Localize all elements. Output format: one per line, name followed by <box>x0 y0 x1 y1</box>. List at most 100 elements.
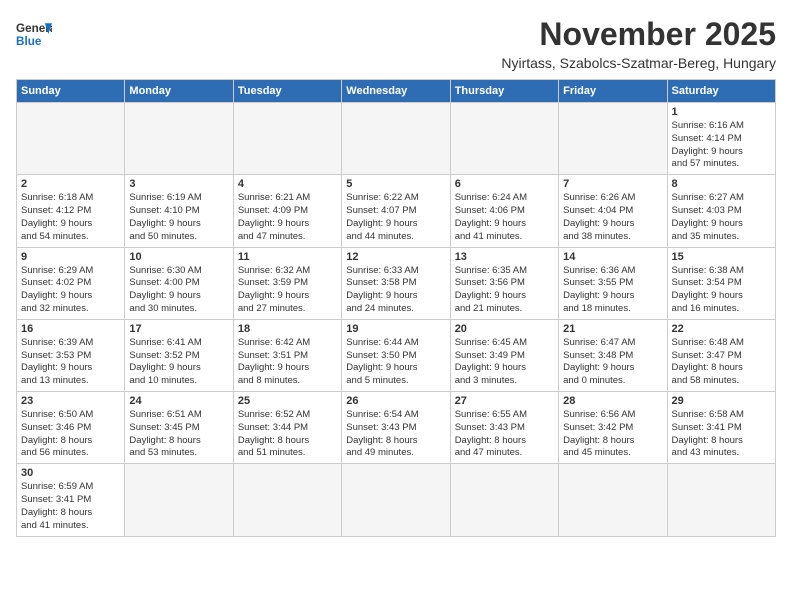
day-number: 15 <box>672 251 771 263</box>
day-info: Sunrise: 6:38 AM Sunset: 3:54 PM Dayligh… <box>672 265 771 316</box>
calendar-cell: 25 Sunrise: 6:52 AM Sunset: 3:44 PM Dayli… <box>233 392 341 464</box>
day-number: 9 <box>21 251 120 263</box>
day-info: Sunrise: 6:21 AM Sunset: 4:09 PM Dayligh… <box>238 192 337 243</box>
calendar-header: SundayMondayTuesdayWednesdayThursdayFrid… <box>17 80 776 103</box>
calendar-cell: 29 Sunrise: 6:58 AM Sunset: 3:41 PM Dayli… <box>667 392 775 464</box>
calendar-cell: 26 Sunrise: 6:54 AM Sunset: 3:43 PM Dayli… <box>342 392 450 464</box>
weekday-header-monday: Monday <box>125 80 233 103</box>
calendar-cell: 9 Sunrise: 6:29 AM Sunset: 4:02 PM Daylig… <box>17 247 125 319</box>
day-info: Sunrise: 6:35 AM Sunset: 3:56 PM Dayligh… <box>455 265 554 316</box>
day-info: Sunrise: 6:56 AM Sunset: 3:42 PM Dayligh… <box>563 409 662 460</box>
day-number: 17 <box>129 323 228 335</box>
calendar-cell: 15 Sunrise: 6:38 AM Sunset: 3:54 PM Dayli… <box>667 247 775 319</box>
location-title: Nyirtass, Szabolcs-Szatmar-Bereg, Hungar… <box>501 55 776 71</box>
day-info: Sunrise: 6:52 AM Sunset: 3:44 PM Dayligh… <box>238 409 337 460</box>
day-info: Sunrise: 6:39 AM Sunset: 3:53 PM Dayligh… <box>21 337 120 388</box>
day-number: 24 <box>129 395 228 407</box>
day-info: Sunrise: 6:54 AM Sunset: 3:43 PM Dayligh… <box>346 409 445 460</box>
calendar-cell <box>559 464 667 536</box>
calendar-cell: 6Sunrise: 6:24 AM Sunset: 4:06 PM Daylig… <box>450 175 558 247</box>
page-header: General Blue November 2025 Nyirtass, Sza… <box>16 16 776 71</box>
day-info: Sunrise: 6:47 AM Sunset: 3:48 PM Dayligh… <box>563 337 662 388</box>
day-number: 28 <box>563 395 662 407</box>
day-info: Sunrise: 6:50 AM Sunset: 3:46 PM Dayligh… <box>21 409 120 460</box>
calendar-cell <box>342 103 450 175</box>
day-number: 23 <box>21 395 120 407</box>
calendar-cell <box>125 103 233 175</box>
day-info: Sunrise: 6:16 AM Sunset: 4:14 PM Dayligh… <box>672 120 771 171</box>
calendar-week-4: 16Sunrise: 6:39 AM Sunset: 3:53 PM Dayli… <box>17 319 776 391</box>
calendar-week-6: 30Sunrise: 6:59 AM Sunset: 3:41 PM Dayli… <box>17 464 776 536</box>
calendar-cell <box>559 103 667 175</box>
calendar-week-2: 2Sunrise: 6:18 AM Sunset: 4:12 PM Daylig… <box>17 175 776 247</box>
calendar-cell: 22 Sunrise: 6:48 AM Sunset: 3:47 PM Dayli… <box>667 319 775 391</box>
day-info: Sunrise: 6:32 AM Sunset: 3:59 PM Dayligh… <box>238 265 337 316</box>
day-number: 1 <box>672 106 771 118</box>
calendar-cell <box>233 464 341 536</box>
day-number: 20 <box>455 323 554 335</box>
day-info: Sunrise: 6:22 AM Sunset: 4:07 PM Dayligh… <box>346 192 445 243</box>
day-number: 25 <box>238 395 337 407</box>
day-number: 29 <box>672 395 771 407</box>
calendar-cell: 16Sunrise: 6:39 AM Sunset: 3:53 PM Dayli… <box>17 319 125 391</box>
day-info: Sunrise: 6:55 AM Sunset: 3:43 PM Dayligh… <box>455 409 554 460</box>
month-title: November 2025 <box>501 16 776 53</box>
day-info: Sunrise: 6:19 AM Sunset: 4:10 PM Dayligh… <box>129 192 228 243</box>
calendar-cell: 8 Sunrise: 6:27 AM Sunset: 4:03 PM Daylig… <box>667 175 775 247</box>
calendar-table: SundayMondayTuesdayWednesdayThursdayFrid… <box>16 79 776 537</box>
day-info: Sunrise: 6:30 AM Sunset: 4:00 PM Dayligh… <box>129 265 228 316</box>
day-number: 7 <box>563 178 662 190</box>
calendar-cell <box>450 464 558 536</box>
calendar-cell: 28 Sunrise: 6:56 AM Sunset: 3:42 PM Dayli… <box>559 392 667 464</box>
day-number: 11 <box>238 251 337 263</box>
day-number: 19 <box>346 323 445 335</box>
calendar-cell: 4 Sunrise: 6:21 AM Sunset: 4:09 PM Daylig… <box>233 175 341 247</box>
calendar-cell <box>342 464 450 536</box>
calendar-cell: 27Sunrise: 6:55 AM Sunset: 3:43 PM Dayli… <box>450 392 558 464</box>
day-info: Sunrise: 6:58 AM Sunset: 3:41 PM Dayligh… <box>672 409 771 460</box>
calendar-cell: 2Sunrise: 6:18 AM Sunset: 4:12 PM Daylig… <box>17 175 125 247</box>
calendar-cell <box>450 103 558 175</box>
weekday-header-tuesday: Tuesday <box>233 80 341 103</box>
calendar-cell: 14 Sunrise: 6:36 AM Sunset: 3:55 PM Dayli… <box>559 247 667 319</box>
calendar-cell: 18Sunrise: 6:42 AM Sunset: 3:51 PM Dayli… <box>233 319 341 391</box>
calendar-cell: 3 Sunrise: 6:19 AM Sunset: 4:10 PM Daylig… <box>125 175 233 247</box>
day-number: 12 <box>346 251 445 263</box>
weekday-header-friday: Friday <box>559 80 667 103</box>
day-info: Sunrise: 6:33 AM Sunset: 3:58 PM Dayligh… <box>346 265 445 316</box>
day-number: 21 <box>563 323 662 335</box>
calendar-cell: 17Sunrise: 6:41 AM Sunset: 3:52 PM Dayli… <box>125 319 233 391</box>
day-number: 8 <box>672 178 771 190</box>
calendar-cell: 7 Sunrise: 6:26 AM Sunset: 4:04 PM Daylig… <box>559 175 667 247</box>
logo-icon: General Blue <box>16 16 52 52</box>
title-area: November 2025 Nyirtass, Szabolcs-Szatmar… <box>501 16 776 71</box>
calendar-cell <box>233 103 341 175</box>
day-number: 30 <box>21 467 120 479</box>
calendar-cell: 20Sunrise: 6:45 AM Sunset: 3:49 PM Dayli… <box>450 319 558 391</box>
day-number: 6 <box>455 178 554 190</box>
day-number: 22 <box>672 323 771 335</box>
weekday-header-saturday: Saturday <box>667 80 775 103</box>
day-info: Sunrise: 6:44 AM Sunset: 3:50 PM Dayligh… <box>346 337 445 388</box>
calendar-cell <box>667 464 775 536</box>
day-number: 3 <box>129 178 228 190</box>
weekday-header-wednesday: Wednesday <box>342 80 450 103</box>
calendar-week-3: 9 Sunrise: 6:29 AM Sunset: 4:02 PM Daylig… <box>17 247 776 319</box>
day-number: 4 <box>238 178 337 190</box>
calendar-cell: 21 Sunrise: 6:47 AM Sunset: 3:48 PM Dayli… <box>559 319 667 391</box>
day-info: Sunrise: 6:26 AM Sunset: 4:04 PM Dayligh… <box>563 192 662 243</box>
weekday-header-sunday: Sunday <box>17 80 125 103</box>
calendar-cell: 1 Sunrise: 6:16 AM Sunset: 4:14 PM Daylig… <box>667 103 775 175</box>
day-info: Sunrise: 6:29 AM Sunset: 4:02 PM Dayligh… <box>21 265 120 316</box>
calendar-cell: 30Sunrise: 6:59 AM Sunset: 3:41 PM Dayli… <box>17 464 125 536</box>
day-info: Sunrise: 6:48 AM Sunset: 3:47 PM Dayligh… <box>672 337 771 388</box>
calendar-cell: 12 Sunrise: 6:33 AM Sunset: 3:58 PM Dayli… <box>342 247 450 319</box>
day-info: Sunrise: 6:36 AM Sunset: 3:55 PM Dayligh… <box>563 265 662 316</box>
logo: General Blue <box>16 16 52 52</box>
day-number: 18 <box>238 323 337 335</box>
calendar-cell: 5Sunrise: 6:22 AM Sunset: 4:07 PM Daylig… <box>342 175 450 247</box>
calendar-week-1: 1 Sunrise: 6:16 AM Sunset: 4:14 PM Daylig… <box>17 103 776 175</box>
day-number: 26 <box>346 395 445 407</box>
day-info: Sunrise: 6:27 AM Sunset: 4:03 PM Dayligh… <box>672 192 771 243</box>
day-number: 14 <box>563 251 662 263</box>
